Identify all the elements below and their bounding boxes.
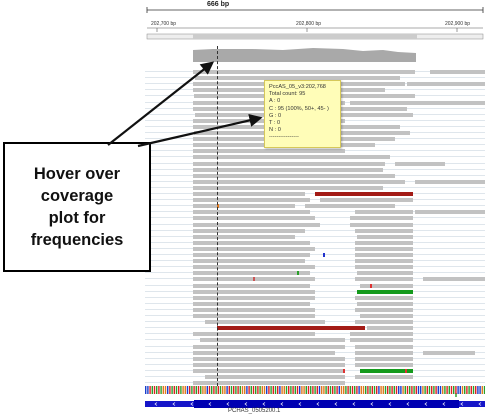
annotation-arrows — [107, 61, 263, 148]
arrow-to-tooltip — [137, 113, 263, 148]
